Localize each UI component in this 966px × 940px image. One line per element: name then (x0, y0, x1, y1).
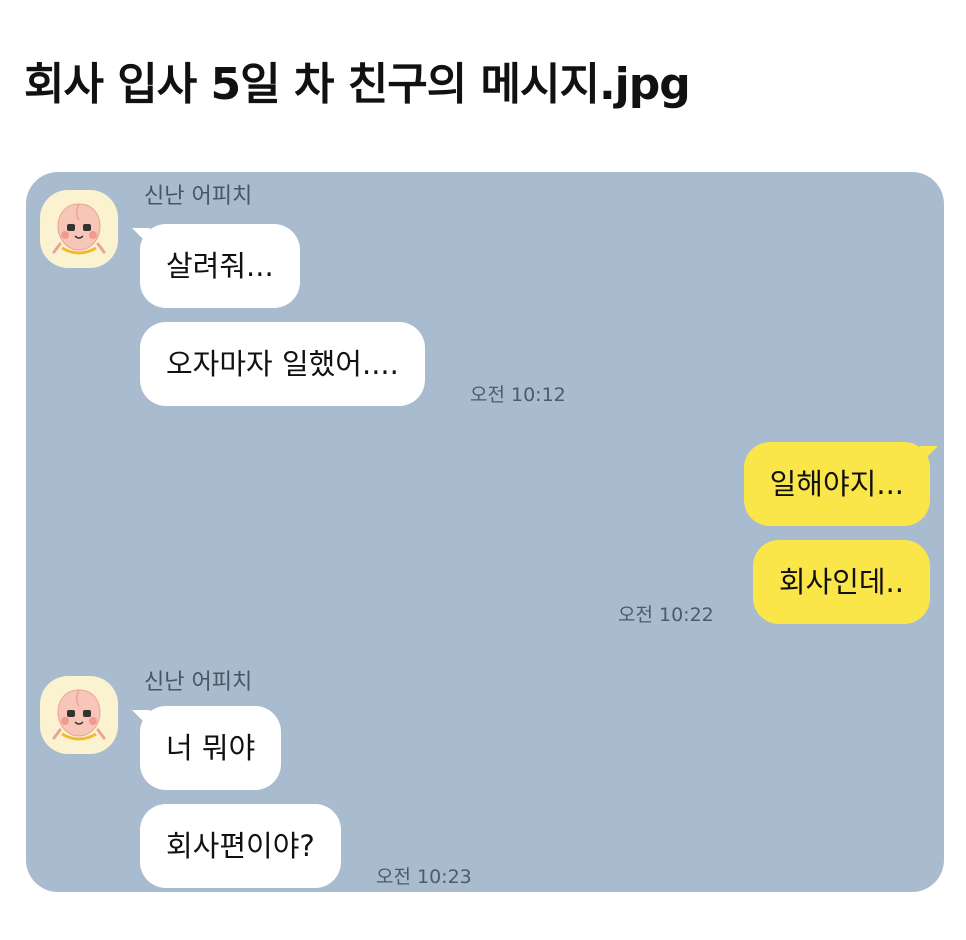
sender-name: 신난 어피치 (144, 670, 253, 695)
message-timestamp: 오전 10:22 (618, 604, 714, 626)
outgoing-message-bubble[interactable]: 일해야지... (743, 442, 930, 526)
apeach-avatar-icon[interactable] (40, 676, 118, 754)
sender-name: 신난 어피치 (144, 184, 253, 209)
apeach-avatar-icon[interactable] (40, 190, 118, 268)
bubble-tail (920, 446, 938, 464)
chat-panel: 신난 어피치 살려줘... 오자마자 일했어.... 오전 10:12 일해야지… (26, 172, 944, 892)
post-title: 회사 입사 5일 차 친구의 메시지.jpg (24, 59, 691, 110)
outgoing-message-bubble[interactable]: 회사인데.. (752, 540, 930, 624)
incoming-message-bubble[interactable]: 너 뭐야 (140, 706, 282, 790)
message-timestamp: 오전 10:23 (376, 866, 472, 888)
message-timestamp: 오전 10:12 (470, 384, 566, 406)
incoming-message-bubble[interactable]: 살려줘... (140, 224, 300, 308)
incoming-message-bubble[interactable]: 오자마자 일했어.... (140, 322, 425, 406)
incoming-message-bubble[interactable]: 회사편이야? (140, 804, 341, 888)
